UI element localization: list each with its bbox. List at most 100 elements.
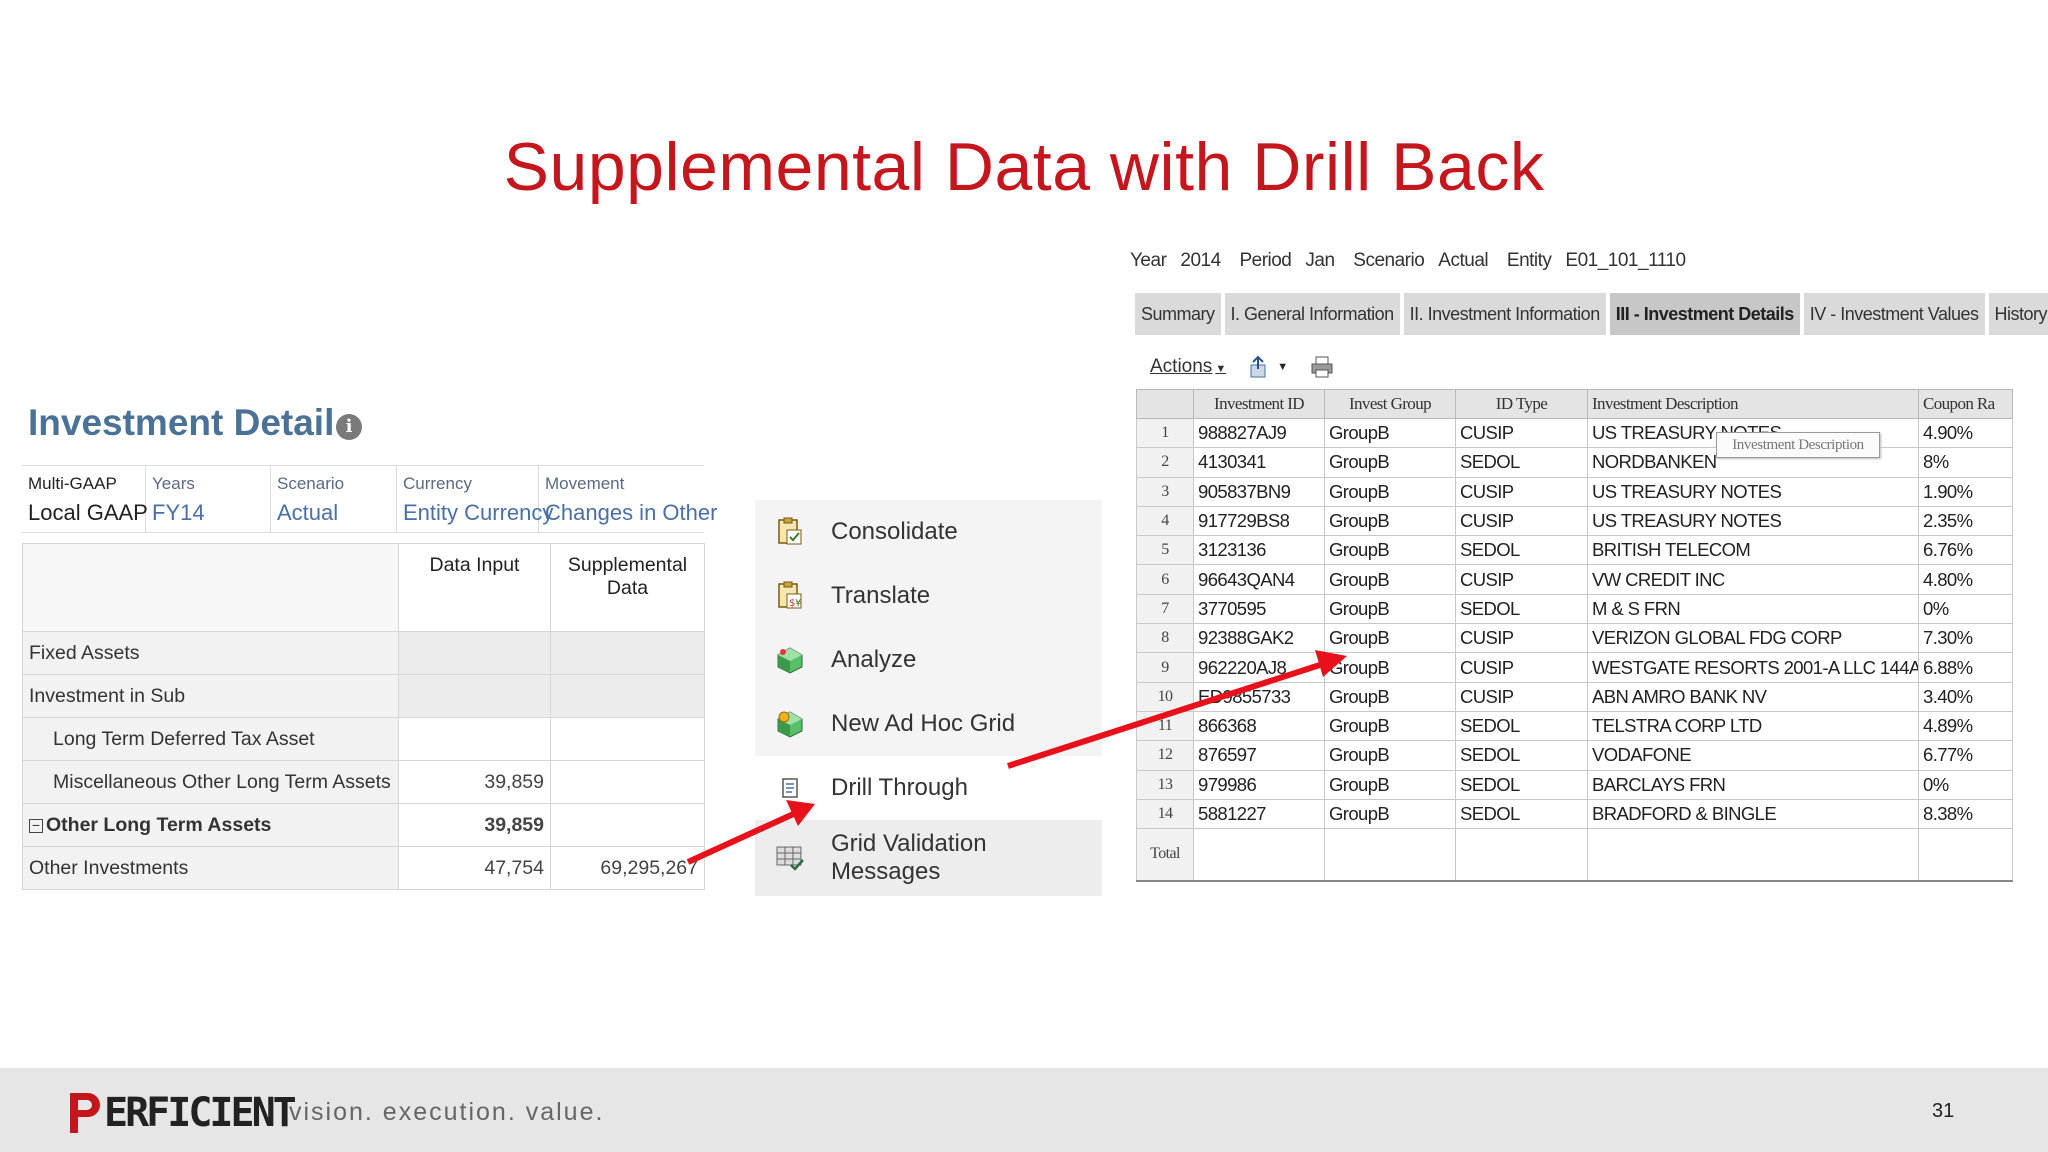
menu-item-analyze[interactable]: Analyze xyxy=(755,628,1102,692)
coupon-rate-cell[interactable]: 0% xyxy=(1918,769,2013,800)
id-type-cell[interactable]: SEDOL xyxy=(1455,535,1588,566)
invest-group-cell[interactable]: GroupB xyxy=(1324,740,1456,771)
table-row[interactable]: 11 866368 GroupB SEDOL TELSTRA CORP LTD 4.89% xyxy=(1136,710,2013,742)
pov-currency[interactable]: Currency Entity Currency xyxy=(397,466,553,532)
cell[interactable] xyxy=(1455,828,1588,882)
table-row[interactable]: 9 962220AJ8 GroupB CUSIP WESTGATE RESORTS 20… xyxy=(1136,652,2013,683)
column-header-investment-description[interactable]: Investment Description xyxy=(1587,389,1919,419)
table-row[interactable]: 5 3123136 GroupB SEDOL BRITISH TELECOM 6.76% xyxy=(1136,535,2013,566)
table-row[interactable]: 4 917729BS8 GroupB CUSIP US TREASURY NOTES 2.… xyxy=(1136,505,2013,537)
table-row[interactable]: 2 4130341 GroupB SEDOL NORDBANKEN 8% xyxy=(1136,447,2013,478)
tab-investment-information[interactable]: II. Investment Information xyxy=(1403,293,1606,335)
pov-multi-gaap[interactable]: Multi-GAAP Local GAAP xyxy=(22,466,148,532)
table-row[interactable]: 3 905837BN9 GroupB CUSIP US TREASURY NOTES 1.… xyxy=(1136,476,2013,507)
menu-item-grid-validation-messages[interactable]: Grid Validation Messages xyxy=(755,820,1102,896)
coupon-rate-cell[interactable]: 6.76% xyxy=(1918,535,2013,566)
id-type-cell[interactable]: SEDOL xyxy=(1455,710,1588,742)
investment-id-cell[interactable]: 979986 xyxy=(1193,769,1325,800)
investment-id-cell[interactable]: 866368 xyxy=(1193,710,1325,742)
column-header-invest-group[interactable]: Invest Group xyxy=(1324,389,1456,419)
invest-group-cell[interactable]: GroupB xyxy=(1324,593,1456,625)
menu-item-translate[interactable]: $ ¥ Translate xyxy=(755,564,1102,628)
tab-history[interactable]: History xyxy=(1988,293,2048,335)
invest-group-cell[interactable]: GroupB xyxy=(1324,447,1456,478)
invest-group-cell[interactable]: GroupB xyxy=(1324,476,1456,507)
investment-description-cell[interactable]: US TREASURY NOTES xyxy=(1587,505,1919,537)
row-label[interactable]: Investment in Sub xyxy=(22,674,399,718)
investment-id-cell[interactable]: 917729BS8 xyxy=(1193,505,1325,537)
row-label[interactable]: Fixed Assets xyxy=(22,631,399,675)
invest-group-cell[interactable]: GroupB xyxy=(1324,505,1456,537)
pov-years[interactable]: Years FY14 xyxy=(146,466,271,532)
row-label[interactable]: Miscellaneous Other Long Term Assets xyxy=(22,760,399,804)
id-type-cell[interactable]: CUSIP xyxy=(1455,623,1588,654)
pov-scenario[interactable]: Scenario Actual xyxy=(271,466,397,532)
id-type-cell[interactable]: CUSIP xyxy=(1455,652,1588,683)
coupon-rate-cell[interactable]: 6.77% xyxy=(1918,740,2013,771)
menu-item-consolidate[interactable]: Consolidate xyxy=(755,500,1102,564)
coupon-rate-cell[interactable]: 3.40% xyxy=(1918,681,2013,712)
cell[interactable] xyxy=(1193,828,1325,882)
id-type-cell[interactable]: CUSIP xyxy=(1455,476,1588,507)
investment-id-cell[interactable]: 3770595 xyxy=(1193,593,1325,625)
cell[interactable]: 39,859 xyxy=(398,760,551,804)
menu-item-new-ad-hoc-grid[interactable]: New Ad Hoc Grid xyxy=(755,692,1102,756)
cell[interactable] xyxy=(398,717,551,761)
invest-group-cell[interactable]: GroupB xyxy=(1324,710,1456,742)
coupon-rate-cell[interactable]: 8% xyxy=(1918,447,2013,478)
invest-group-cell[interactable]: GroupB xyxy=(1324,535,1456,566)
investment-id-cell[interactable]: 988827AJ9 xyxy=(1193,417,1325,449)
table-row[interactable]: 13 979986 GroupB SEDOL BARCLAYS FRN 0% xyxy=(1136,769,2013,800)
cell[interactable] xyxy=(550,631,705,675)
id-type-cell[interactable]: SEDOL xyxy=(1455,447,1588,478)
export-button[interactable]: ▼ xyxy=(1248,355,1288,379)
investment-description-cell[interactable]: US TREASURY NOTES xyxy=(1587,476,1919,507)
row-label[interactable]: Long Term Deferred Tax Asset xyxy=(22,717,399,761)
investment-id-cell[interactable]: 905837BN9 xyxy=(1193,476,1325,507)
invest-group-cell[interactable]: GroupB xyxy=(1324,798,1456,830)
investment-description-cell[interactable]: ABN AMRO BANK NV xyxy=(1587,681,1919,712)
invest-group-cell[interactable]: GroupB xyxy=(1324,652,1456,683)
id-type-cell[interactable]: SEDOL xyxy=(1455,798,1588,830)
table-row[interactable]: 1 988827AJ9 GroupB CUSIP US TREASURY NOTES 4.… xyxy=(1136,417,2013,449)
id-type-cell[interactable]: SEDOL xyxy=(1455,769,1588,800)
investment-description-cell[interactable]: VW CREDIT INC xyxy=(1587,564,1919,595)
investment-id-cell[interactable]: 96643QAN4 xyxy=(1193,564,1325,595)
cell[interactable] xyxy=(398,674,551,718)
actions-menu-button[interactable]: Actions ▼ xyxy=(1150,356,1226,378)
column-header-id-type[interactable]: ID Type xyxy=(1455,389,1588,419)
investment-id-cell[interactable]: 4130341 xyxy=(1193,447,1325,478)
investment-description-cell[interactable]: BRITISH TELECOM xyxy=(1587,535,1919,566)
column-header-investment-id[interactable]: Investment ID xyxy=(1193,389,1325,419)
table-row[interactable]: 8 92388GAK2 GroupB CUSIP VERIZON GLOBAL FDG … xyxy=(1136,623,2013,654)
coupon-rate-cell[interactable]: 8.38% xyxy=(1918,798,2013,830)
table-row[interactable]: 7 3770595 GroupB SEDOL M & S FRN 0% xyxy=(1136,593,2013,625)
invest-group-cell[interactable]: GroupB xyxy=(1324,564,1456,595)
investment-description-cell[interactable]: BARCLAYS FRN xyxy=(1587,769,1919,800)
investment-id-cell[interactable]: 5881227 xyxy=(1193,798,1325,830)
tab-investment-details[interactable]: III - Investment Details xyxy=(1609,293,1800,335)
column-header-coupon-rate[interactable]: Coupon Ra xyxy=(1918,389,2013,419)
cell[interactable] xyxy=(550,674,705,718)
invest-group-cell[interactable]: GroupB xyxy=(1324,623,1456,654)
pov-movement[interactable]: Movement Changes in Other xyxy=(539,466,717,532)
tab-general-information[interactable]: I. General Information xyxy=(1224,293,1400,335)
table-row[interactable]: 12 876597 GroupB SEDOL VODAFONE 6.77% xyxy=(1136,740,2013,771)
id-type-cell[interactable]: CUSIP xyxy=(1455,505,1588,537)
investment-description-cell[interactable]: WESTGATE RESORTS 2001-A LLC 144A xyxy=(1587,652,1919,683)
investment-id-cell[interactable]: 3123136 xyxy=(1193,535,1325,566)
tab-summary[interactable]: Summary xyxy=(1135,293,1221,335)
investment-description-cell[interactable]: VERIZON GLOBAL FDG CORP xyxy=(1587,623,1919,654)
row-label[interactable]: Other Investments xyxy=(22,846,399,890)
cell[interactable] xyxy=(398,631,551,675)
table-row[interactable]: 6 96643QAN4 GroupB CUSIP VW CREDIT INC 4.80% xyxy=(1136,564,2013,595)
investment-description-cell[interactable]: M & S FRN xyxy=(1587,593,1919,625)
invest-group-cell[interactable]: GroupB xyxy=(1324,681,1456,712)
collapse-icon[interactable]: − xyxy=(29,818,43,833)
investment-id-cell[interactable]: 876597 xyxy=(1193,740,1325,771)
supplemental-data-cell[interactable]: 69,295,267 xyxy=(550,846,705,890)
id-type-cell[interactable]: SEDOL xyxy=(1455,593,1588,625)
id-type-cell[interactable]: CUSIP xyxy=(1455,417,1588,449)
cell[interactable] xyxy=(1918,828,2013,882)
investment-id-cell[interactable]: 962220AJ8 xyxy=(1193,652,1325,683)
